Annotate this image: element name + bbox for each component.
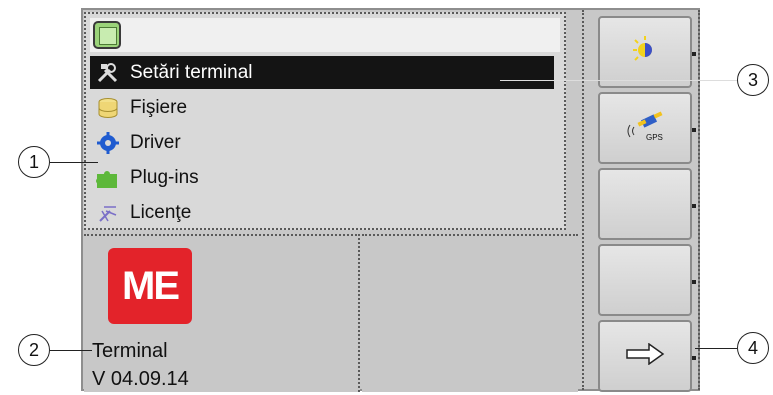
terminal-label: Terminal — [92, 340, 168, 362]
next-button[interactable] — [598, 320, 696, 392]
menu-item-label: Setări terminal — [130, 61, 253, 83]
menu-item-plugins[interactable]: Plug-ins — [90, 161, 570, 194]
gear-icon — [94, 129, 122, 157]
brightness-icon — [628, 35, 662, 70]
gps-label: GPS — [646, 133, 663, 142]
me-logo: ME — [108, 248, 192, 324]
brightness-button[interactable] — [598, 16, 696, 88]
menu-item-label: Plug-ins — [130, 166, 199, 188]
gps-icon: GPS — [622, 111, 668, 145]
menu-item-licenses[interactable]: Licenţe — [90, 196, 570, 229]
menu-item-label: Driver — [130, 131, 181, 153]
tools-icon — [94, 59, 122, 87]
callout-3: 3 — [737, 64, 769, 96]
softkey-column: GPS — [582, 10, 700, 392]
license-icon — [94, 199, 122, 227]
callout-3-line — [500, 80, 737, 81]
empty-pane — [362, 234, 578, 392]
info-pane: ME Terminal V 04.09.14 — [84, 234, 360, 392]
callout-1-line — [50, 162, 98, 163]
empty-button-2[interactable] — [598, 244, 696, 316]
callout-2-line — [50, 350, 92, 351]
database-icon — [94, 94, 122, 122]
menu-item-label: Fişiere — [130, 96, 188, 118]
terminal-icon — [93, 21, 121, 49]
menu-header — [90, 18, 560, 52]
menu-panel: Setări terminal Fişiere Driver Plug-ins … — [84, 12, 566, 230]
menu-item-label: Licenţe — [130, 201, 192, 223]
empty-button-1[interactable] — [598, 168, 696, 240]
menu-item-terminal-settings[interactable]: Setări terminal — [90, 56, 554, 89]
menu-item-files[interactable]: Fişiere — [90, 91, 570, 124]
version-label: V 04.09.14 — [92, 368, 189, 390]
gps-button[interactable]: GPS — [598, 92, 696, 164]
arrow-right-icon — [625, 342, 665, 370]
puzzle-icon — [94, 164, 122, 192]
menu-item-driver[interactable]: Driver — [90, 126, 570, 159]
callout-1: 1 — [18, 146, 50, 178]
callout-4-line — [695, 348, 737, 349]
callout-2: 2 — [18, 334, 50, 366]
callout-4: 4 — [737, 332, 769, 364]
